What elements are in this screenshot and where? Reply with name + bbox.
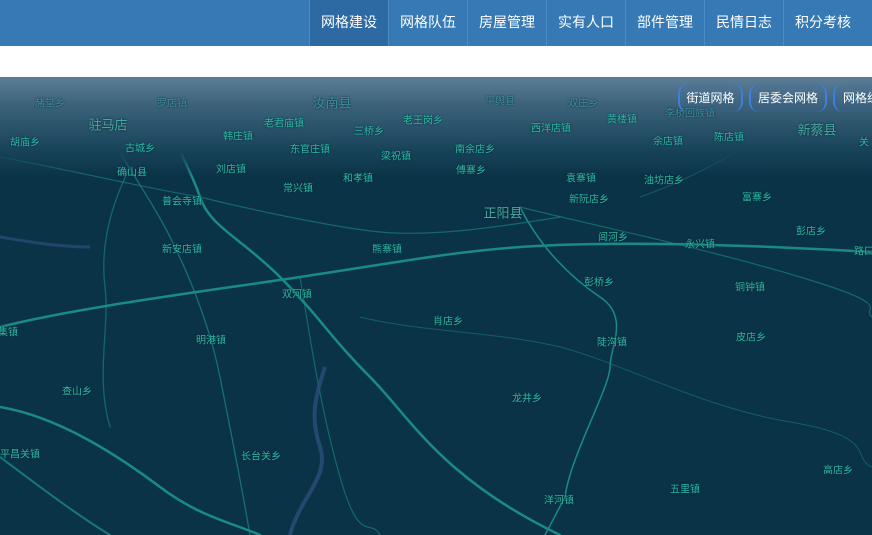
grid-group-button[interactable]: 网格组 [833,84,872,112]
place-label: 余店镇 [653,136,683,148]
place-label: 赭堂乡 [35,98,65,110]
road [0,456,111,535]
main-nav: 网格建设 网格队伍 房屋管理 实有人口 部件管理 民情日志 积分考核 [309,0,862,46]
place-label: 铜钟镇 [735,282,765,294]
place-label: 韩庄镇 [223,131,253,143]
place-label: 油坊店乡 [644,175,684,187]
committee-grid-button[interactable]: 居委会网格 [749,84,827,112]
place-label: 黄楼镇 [607,114,637,126]
place-label: 西洋店镇 [531,123,571,135]
place-label: 双河镇 [282,289,312,301]
place-label: 罗店镇 [157,98,187,110]
place-label: 高店乡 [823,465,853,477]
place-label: 龙井乡 [512,393,542,405]
map-view[interactable]: 驻马店确山县 古城乡 胡庙乡 赭堂乡 罗店镇 汝南县 老君庙镇 韩庄镇东官庄镇 三桥乡 老王岗乡梁… [0,77,872,535]
place-label: 老王岗乡 [403,115,443,127]
top-navigation-bar: 网格建设 网格队伍 房屋管理 实有人口 部件管理 民情日志 积分考核 [0,0,872,46]
road [102,166,131,428]
place-label: 古城乡 [125,143,155,155]
place-label: 五里镇 [670,484,700,496]
place-label: 永兴镇 [685,239,715,251]
place-label: 南余店乡 [455,144,495,156]
place-label: 傅寨乡 [456,165,486,177]
river [0,235,91,249]
place-label: 双庄乡 [568,98,598,110]
place-label: 新蔡县 [797,123,837,139]
place-label: 陡沟镇 [597,337,627,349]
place-label: 洋河镇 [544,495,574,507]
place-label: 彭桥乡 [584,277,614,289]
place-label: 长台关乡 [241,451,281,463]
place-label: 普会寺镇 [162,196,202,208]
place-label: 关 [859,137,869,149]
place-label: 袁寨镇 [566,173,596,185]
nav-points-assessment[interactable]: 积分考核 [783,0,862,46]
place-label: 平舆县 [485,96,515,108]
place-label: 正阳县 [483,206,523,222]
place-label: 彭店乡 [796,226,826,238]
nav-grid-team[interactable]: 网格队伍 [388,0,467,46]
place-label: 和孝镇 [343,173,373,185]
road [0,405,262,535]
road [299,276,381,535]
road [519,206,618,535]
nav-actual-population[interactable]: 实有人口 [546,0,625,46]
place-label: 新安店镇 [162,244,202,256]
nav-public-log[interactable]: 民情日志 [704,0,783,46]
place-label: 陈店镇 [714,132,744,144]
place-label: 汝南县 [312,96,352,112]
place-label: 驻马店 [88,118,128,134]
street-grid-button[interactable]: 街道网格 [678,84,743,112]
place-label: 查山乡 [62,386,92,398]
place-label: 确山县 [117,167,147,179]
place-label: 常兴镇 [283,183,313,195]
place-label: 老君庙镇 [264,118,304,130]
place-label: 明港镇 [196,335,226,347]
place-label: 胡庙乡 [10,137,40,149]
place-label: 三桥乡 [354,126,384,138]
place-label: 刘店镇 [216,164,246,176]
toolbar-strip [0,46,872,77]
nav-grid-construction[interactable]: 网格建设 [309,0,388,46]
nav-housing-management[interactable]: 房屋管理 [467,0,546,46]
place-label: 新阮店乡 [569,194,609,206]
place-label: 平昌关镇 [0,449,40,461]
place-label: 闾河乡 [598,232,628,244]
place-label: 东官庄镇 [290,144,330,156]
place-label: 皮店乡 [736,332,766,344]
nav-component-management[interactable]: 部件管理 [625,0,704,46]
place-label: 富寨乡 [742,192,772,204]
road [99,116,251,535]
place-label: 集镇 [0,327,18,339]
place-label: 肖店乡 [433,316,463,328]
place-label: 路口 [854,246,872,258]
place-label: 梁祝镇 [381,151,411,163]
place-label: 熊寨镇 [372,244,402,256]
